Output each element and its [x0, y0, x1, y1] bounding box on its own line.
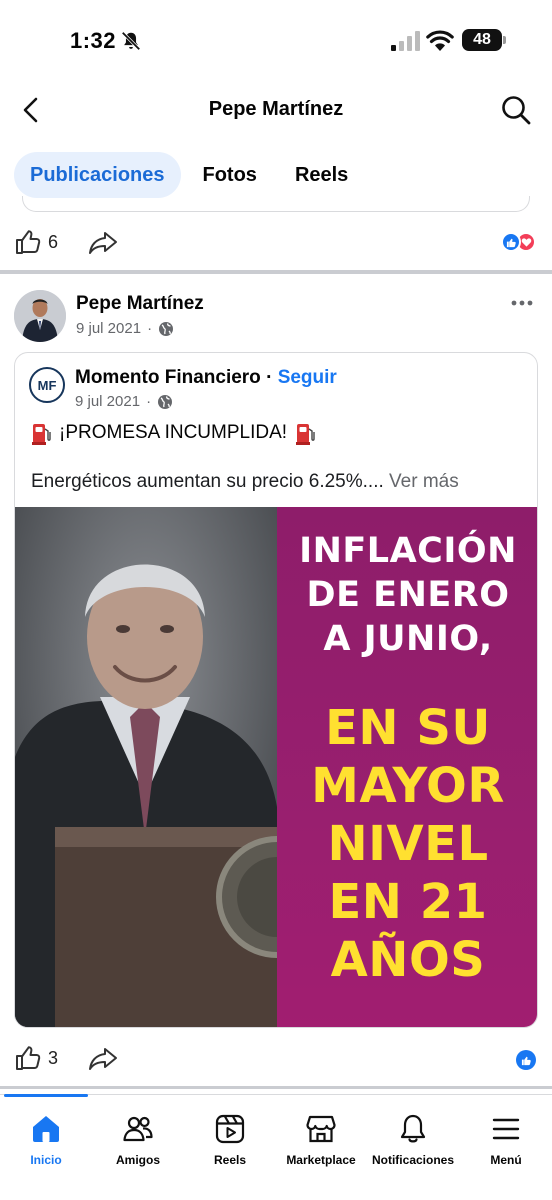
tab-publicaciones[interactable]: Publicaciones	[14, 152, 181, 198]
shared-post-card[interactable]: MF Momento Financiero · Seguir 9 jul 202…	[14, 352, 538, 1028]
nav-amigos[interactable]: Amigos	[88, 1113, 188, 1167]
politician-photo	[15, 507, 277, 1027]
post-image[interactable]: INFLACIÓN DE ENERO A JUNIO, EN SU MAYOR …	[15, 507, 537, 1027]
nav-marketplace[interactable]: Marketplace	[271, 1113, 371, 1167]
like-reaction-icon[interactable]	[516, 1050, 536, 1070]
shared-post-meta: 9 jul 2021 ·	[75, 393, 173, 410]
status-time: 1:32	[70, 28, 117, 53]
profile-header: Pepe Martínez	[0, 80, 552, 140]
reels-icon	[215, 1114, 245, 1144]
post-meta: 9 jul 2021 ·	[76, 320, 174, 337]
like-icon[interactable]	[14, 1044, 42, 1072]
see-more-link[interactable]: Ver más	[389, 471, 459, 492]
like-icon[interactable]	[14, 228, 42, 256]
active-tab-indicator	[4, 1094, 88, 1097]
wifi-icon	[426, 30, 454, 51]
post-divider	[0, 270, 552, 274]
post-author[interactable]: Pepe Martínez	[76, 293, 204, 315]
previous-post-actions: 6	[0, 222, 552, 262]
profile-tabs: Publicaciones Fotos Reels	[14, 152, 364, 198]
headline-text: ¡PROMESA INCUMPLIDA!	[59, 422, 288, 443]
share-icon[interactable]	[88, 228, 118, 256]
like-reaction-icon	[501, 232, 521, 252]
nav-reels[interactable]: Reels	[180, 1113, 280, 1167]
shared-page-header: Momento Financiero · Seguir	[75, 367, 337, 388]
share-icon[interactable]	[88, 1044, 118, 1072]
post-date: 9 jul 2021	[76, 320, 142, 337]
bell-icon	[400, 1114, 426, 1143]
nav-inicio[interactable]: Inicio	[0, 1113, 96, 1167]
graphic-white-text: INFLACIÓN DE ENERO A JUNIO,	[299, 531, 517, 659]
fuel-pump-icon	[296, 424, 315, 445]
cell-signal-icon	[391, 31, 420, 51]
battery-indicator: 48	[462, 29, 506, 51]
follow-button[interactable]: Seguir	[278, 367, 337, 388]
graphic-yellow-text: EN SU MAYOR NIVEL EN 21 AÑOS	[311, 700, 505, 988]
reaction-summary[interactable]	[501, 232, 536, 252]
status-bar: 1:32 48	[0, 0, 552, 80]
post-body-text: Energéticos aumentan su precio 6.25%....	[31, 471, 384, 492]
like-count: 6	[48, 232, 59, 252]
shared-post-date: 9 jul 2021	[75, 393, 141, 410]
globe-icon	[158, 394, 173, 409]
fuel-pump-icon	[32, 424, 51, 445]
page-title: Pepe Martínez	[208, 98, 344, 120]
post-body: Energéticos aumentan su precio 6.25%....…	[31, 471, 459, 493]
like-count: 3	[48, 1048, 59, 1068]
bell-muted-icon	[121, 31, 141, 51]
nav-menu[interactable]: Menú	[456, 1113, 552, 1167]
more-options-icon[interactable]	[510, 298, 534, 308]
tab-reels[interactable]: Reels	[279, 152, 364, 198]
post-actions: 3	[0, 1038, 552, 1078]
globe-icon	[159, 321, 174, 336]
post-divider	[0, 1086, 552, 1089]
page-logo[interactable]: MF	[29, 367, 65, 403]
friends-icon	[123, 1116, 153, 1142]
shared-page-name[interactable]: Momento Financiero	[75, 367, 261, 388]
avatar[interactable]	[14, 290, 66, 342]
tab-fotos[interactable]: Fotos	[187, 152, 273, 198]
nav-notificaciones[interactable]: Notificaciones	[363, 1113, 463, 1167]
previous-post-card-edge	[22, 196, 530, 212]
headline-graphic: INFLACIÓN DE ENERO A JUNIO, EN SU MAYOR …	[277, 507, 537, 1027]
post-headline: ¡PROMESA INCUMPLIDA!	[31, 421, 315, 445]
home-icon	[33, 1116, 59, 1142]
menu-icon	[492, 1118, 520, 1140]
bottom-navigation: Inicio Amigos Reels Marketplace Notifica…	[0, 1094, 552, 1200]
marketplace-icon	[306, 1115, 336, 1143]
search-icon[interactable]	[500, 94, 532, 126]
